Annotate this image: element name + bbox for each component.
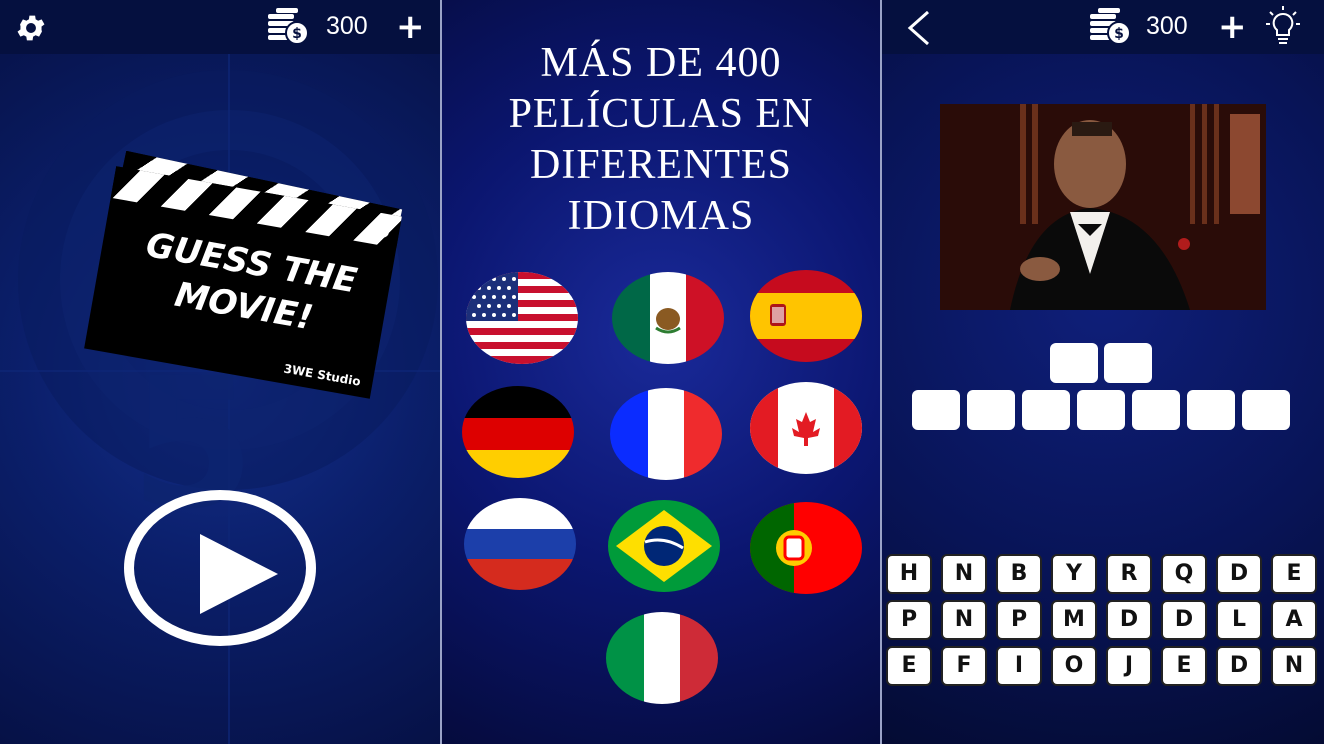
letter-key[interactable]: J — [1106, 646, 1152, 686]
letter-key[interactable]: B — [996, 554, 1042, 594]
coin-count: 300 — [1146, 12, 1188, 40]
lightbulb-hint-icon[interactable] — [1266, 6, 1300, 46]
letter-key[interactable]: I — [996, 646, 1042, 686]
italy-flag-icon — [606, 612, 718, 704]
letter-key[interactable]: Q — [1161, 554, 1207, 594]
mexico-flag-icon — [612, 272, 724, 364]
letter-key[interactable]: A — [1271, 600, 1317, 640]
flag-france[interactable] — [610, 388, 722, 480]
letter-key[interactable]: M — [1051, 600, 1097, 640]
letter-key[interactable]: E — [886, 646, 932, 686]
flag-canada[interactable] — [750, 382, 862, 474]
add-coins-button[interactable]: + — [1218, 10, 1247, 44]
back-arrow-icon[interactable] — [904, 8, 934, 48]
coin-count: 300 — [326, 12, 368, 40]
coin-stack-icon: $ — [268, 8, 309, 45]
play-button[interactable] — [124, 490, 316, 646]
flag-spain[interactable] — [750, 270, 862, 362]
letter-key[interactable]: E — [1271, 554, 1317, 594]
play-icon — [200, 534, 278, 614]
flag-portugal[interactable] — [750, 502, 862, 594]
coin-stack-icon: $ — [1090, 8, 1131, 45]
answer-letter-slot[interactable] — [1077, 390, 1125, 430]
headline-line: IDIOMAS — [567, 193, 755, 239]
flag-usa[interactable] — [466, 272, 578, 364]
letter-key[interactable]: D — [1106, 600, 1152, 640]
answer-letter-slot[interactable] — [1242, 390, 1290, 430]
letter-key[interactable]: O — [1051, 646, 1097, 686]
letter-key[interactable]: P — [996, 600, 1042, 640]
letter-key[interactable]: N — [941, 554, 987, 594]
gear-icon[interactable] — [14, 11, 48, 45]
letter-key[interactable]: H — [886, 554, 932, 594]
game-screen: $ 300 + H N B Y R Q D E P N P M D D L A … — [882, 0, 1324, 744]
headline: MÁS DE 400 PELÍCULAS EN DIFERENTES IDIOM… — [442, 38, 880, 242]
add-coins-button[interactable]: + — [396, 10, 425, 44]
top-bar: $ 300 + — [882, 0, 1324, 54]
letter-key[interactable]: N — [941, 600, 987, 640]
portugal-flag-icon — [750, 502, 862, 594]
letter-key[interactable]: D — [1161, 600, 1207, 640]
answer-letter-slot[interactable] — [912, 390, 960, 430]
letter-key[interactable]: L — [1216, 600, 1262, 640]
letter-key[interactable]: E — [1161, 646, 1207, 686]
flag-italy[interactable] — [606, 612, 718, 704]
germany-flag-icon — [462, 386, 574, 478]
letter-key[interactable]: P — [886, 600, 932, 640]
headline-line: MÁS DE 400 — [540, 40, 782, 86]
headline-line: DIFERENTES — [530, 142, 792, 188]
answer-letter-slot[interactable] — [1050, 343, 1098, 383]
flag-russia[interactable] — [464, 498, 576, 590]
letter-key[interactable]: R — [1106, 554, 1152, 594]
usa-flag-icon — [466, 272, 578, 364]
flag-mexico[interactable] — [612, 272, 724, 364]
languages-screen: MÁS DE 400 PELÍCULAS EN DIFERENTES IDIOM… — [442, 0, 880, 744]
svg-text:$: $ — [1114, 26, 1124, 42]
letter-key[interactable]: D — [1216, 646, 1262, 686]
top-bar: $ 300 + — [0, 0, 440, 54]
spain-flag-icon — [750, 270, 862, 362]
studio-label: 3WE Studio — [282, 361, 362, 389]
france-flag-icon — [610, 388, 722, 480]
letter-key[interactable]: N — [1271, 646, 1317, 686]
flag-brazil[interactable] — [608, 500, 720, 592]
letter-key[interactable]: D — [1216, 554, 1262, 594]
russia-flag-icon — [464, 498, 576, 590]
movie-still-image — [940, 104, 1266, 310]
flag-germany[interactable] — [462, 386, 574, 478]
answer-letter-slot[interactable] — [967, 390, 1015, 430]
canada-flag-icon — [750, 382, 862, 474]
answer-letter-slot[interactable] — [1104, 343, 1152, 383]
answer-letter-slot[interactable] — [1187, 390, 1235, 430]
movie-scene-illustration — [940, 104, 1266, 310]
answer-letter-slot[interactable] — [1022, 390, 1070, 430]
brazil-flag-icon — [608, 500, 720, 592]
letter-key[interactable]: Y — [1051, 554, 1097, 594]
answer-letter-slot[interactable] — [1132, 390, 1180, 430]
home-screen: 5 $ 300 + GUESS THE MOVIE! 3WE Studio — [0, 0, 440, 744]
headline-line: PELÍCULAS EN — [508, 91, 814, 137]
svg-text:$: $ — [292, 26, 302, 42]
letter-key[interactable]: F — [941, 646, 987, 686]
